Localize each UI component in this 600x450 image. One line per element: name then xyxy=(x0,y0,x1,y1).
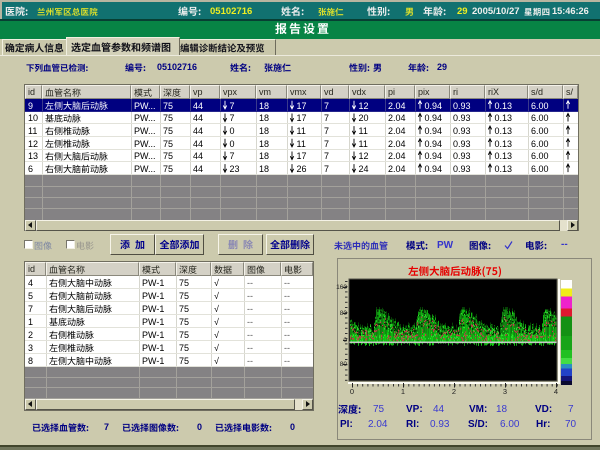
svg-text:1: 1 xyxy=(401,387,405,396)
svg-text:4: 4 xyxy=(554,387,558,396)
svg-text:2: 2 xyxy=(452,387,456,396)
svg-text:3: 3 xyxy=(503,387,507,396)
svg-text:80: 80 xyxy=(340,361,348,368)
svg-text:160: 160 xyxy=(336,284,347,291)
svg-text:0: 0 xyxy=(343,337,347,344)
svg-text:0: 0 xyxy=(350,387,354,396)
svg-text:80: 80 xyxy=(340,310,348,317)
